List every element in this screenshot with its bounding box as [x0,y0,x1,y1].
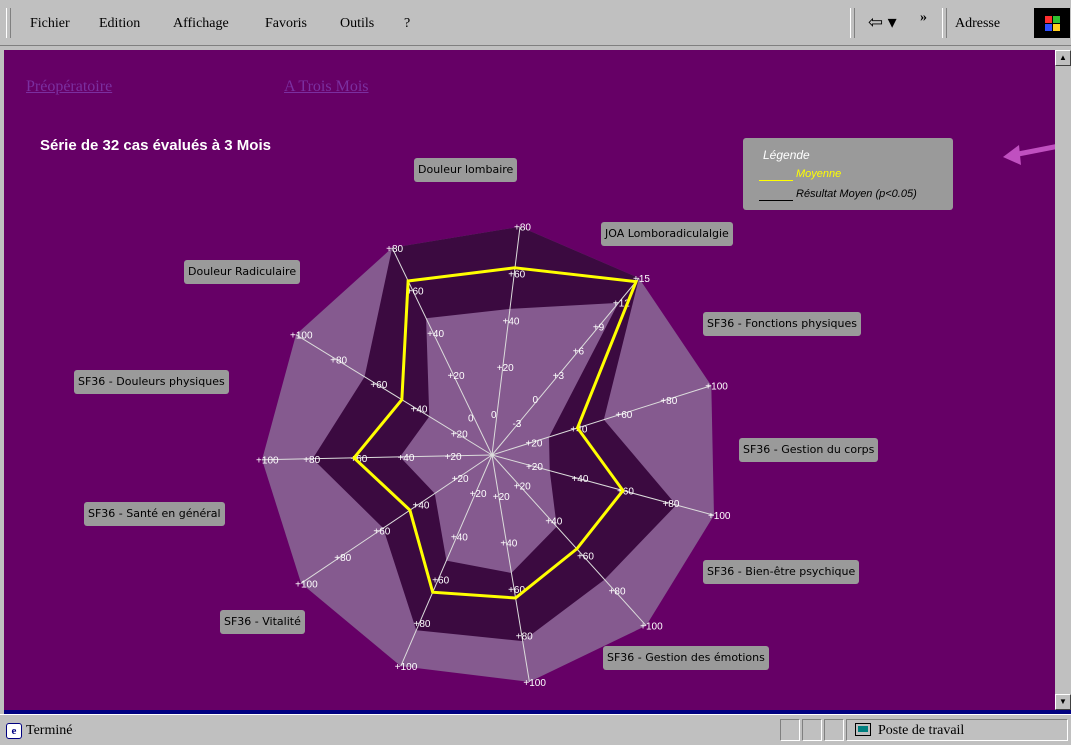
computer-icon [855,723,871,736]
tick-label: +3 [553,371,565,382]
tick-label: +80 [386,244,403,255]
menu-favoris[interactable]: Favoris [265,16,307,32]
tick-label: +60 [577,552,594,563]
tick-label: +40 [413,500,430,511]
tick-label: +80 [303,455,320,466]
tick-label: -3 [512,419,521,430]
back-arrow-icon[interactable]: ⇦ ▾ [868,12,897,33]
tick-label: +100 [640,622,663,633]
axis-label: SF36 - Vitalité [220,610,305,634]
menu-bar: Fichier Edition Affichage Favoris Outils… [0,0,1071,46]
axis-label: Douleur lombaire [414,158,518,182]
tick-label: +80 [662,499,679,510]
tick-label: +100 [523,678,546,689]
tick-label: 0 [491,410,497,421]
status-bar: e Terminé Poste de travail [0,714,1071,745]
tick-label: +20 [448,371,465,382]
axis-label: JOA Lomboradiculalgie [601,222,733,246]
tick-label: +60 [432,576,449,587]
tick-label: +20 [525,439,542,450]
toolbar-grip[interactable] [942,8,947,38]
tick-label: +80 [516,631,533,642]
tick-label: +40 [427,329,444,340]
scroll-down-button[interactable]: ▼ [1055,694,1071,710]
toolbar-grip[interactable] [850,8,855,38]
status-pane [780,719,800,741]
tick-label: +20 [526,462,543,473]
tick-label: +60 [615,410,632,421]
address-label: Adresse [955,16,1001,31]
tick-label: +60 [370,380,387,391]
scroll-up-button[interactable]: ▲ [1055,50,1071,66]
tick-label: +80 [514,223,531,234]
tick-label: 0 [468,414,474,425]
tick-label: +20 [445,452,462,463]
tick-label: +80 [609,587,626,598]
tick-label: +100 [705,382,728,393]
tick-label: +40 [503,316,520,327]
status-text: Terminé [26,723,73,738]
axis-label: Douleur Radiculaire [184,260,301,284]
status-pane [824,719,844,741]
menu-aide[interactable]: ? [404,16,410,32]
tick-label: +40 [545,517,562,528]
menu-outils[interactable]: Outils [340,16,374,32]
tick-label: +20 [497,363,514,374]
tick-label: +80 [330,355,347,366]
ie-page-icon: e [6,723,22,739]
axis-label: SF36 - Douleurs physiques [74,370,229,394]
axis-label: SF36 - Santé en général [84,502,225,526]
menu-edition[interactable]: Edition [99,16,140,32]
tick-label: +100 [295,579,318,590]
tick-label: +20 [470,489,487,500]
tick-label: +80 [334,553,351,564]
tick-label: +6 [573,347,585,358]
tick-label: +100 [708,511,731,522]
axis-label: SF36 - Gestion du corps [739,438,879,462]
menu-affichage[interactable]: Affichage [173,16,229,32]
tick-label: +100 [256,456,279,467]
axis-label: SF36 - Fonctions physiques [703,312,861,336]
tick-label: +100 [395,662,418,673]
tick-label: +40 [571,474,588,485]
chevron-more-icon[interactable]: » [920,10,927,26]
tick-label: +40 [451,532,468,543]
tick-label: +80 [413,619,430,630]
tick-label: +80 [660,396,677,407]
toolbar-grip[interactable] [6,8,11,38]
axis-label: SF36 - Gestion des émotions [603,646,769,670]
status-pane [802,719,822,741]
status-zone: Poste de travail [878,723,965,738]
tick-label: +40 [500,538,517,549]
tick-label: +60 [508,270,525,281]
tick-label: +20 [493,492,510,503]
page-content: Préopératoire A Trois Mois Série de 32 c… [4,50,1055,710]
vertical-scrollbar[interactable]: ▲ ▼ [1055,50,1071,710]
tick-label: +20 [452,474,469,485]
tick-label: 0 [533,395,539,406]
tick-label: +40 [411,405,428,416]
axis-label: SF36 - Bien-être psychique [703,560,860,584]
tick-label: +60 [373,527,390,538]
tick-label: +9 [593,322,605,333]
tick-label: +40 [397,453,414,464]
windows-logo-icon [1034,8,1070,38]
menu-fichier[interactable]: Fichier [30,16,70,32]
tick-label: +20 [514,482,531,493]
tick-label: +100 [290,331,313,342]
tick-label: +20 [451,429,468,440]
